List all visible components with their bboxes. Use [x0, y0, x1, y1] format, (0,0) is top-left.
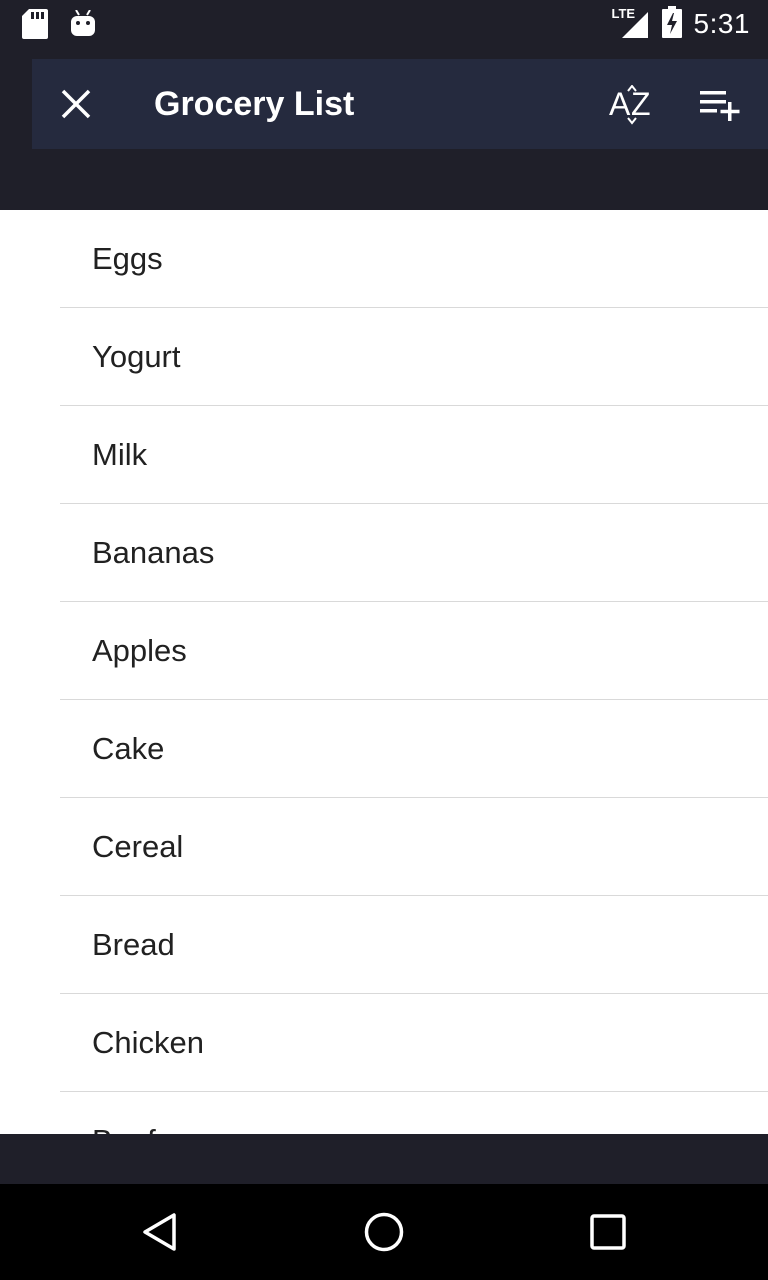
battery-charging-icon	[661, 5, 682, 43]
status-bar: LTE 5:31	[0, 0, 768, 48]
list-item-label: Cereal	[92, 829, 184, 864]
list-item[interactable]: Bread	[60, 896, 768, 994]
list-item-label: Milk	[92, 437, 148, 472]
status-clock: 5:31	[693, 8, 750, 39]
list-item-label: Beef	[92, 1092, 156, 1134]
android-debug-icon	[70, 9, 96, 43]
sort-az-icon: A Z	[609, 85, 651, 125]
svg-text:Z: Z	[631, 86, 651, 122]
list-item[interactable]: Eggs	[60, 210, 768, 308]
list-item-label: Chicken	[92, 1025, 204, 1060]
list-item[interactable]: Milk	[60, 406, 768, 504]
list-item[interactable]: Chicken	[60, 994, 768, 1092]
bottom-spacer	[0, 1134, 768, 1184]
add-item-button[interactable]	[692, 77, 752, 133]
list-item-label: Cake	[92, 731, 165, 766]
svg-text:A: A	[609, 86, 631, 122]
list-item[interactable]: Beef	[60, 1092, 768, 1134]
app-header: Grocery List A Z	[0, 48, 768, 210]
recents-button[interactable]	[576, 1200, 640, 1264]
page-title: Grocery List	[154, 85, 355, 123]
notification-icons	[22, 9, 96, 44]
close-button[interactable]	[52, 80, 100, 128]
list-item-label: Eggs	[92, 241, 163, 276]
list-item[interactable]: Cereal	[60, 798, 768, 896]
lte-signal-icon: LTE	[612, 6, 650, 40]
list-item[interactable]: Yogurt	[60, 308, 768, 406]
back-button[interactable]	[128, 1200, 192, 1264]
system-icons: LTE 5:31	[612, 5, 751, 43]
recents-square-icon	[590, 1214, 626, 1250]
grocery-list: Eggs Yogurt Milk Bananas Apples Cake Cer…	[0, 210, 768, 1134]
list-item[interactable]: Bananas	[60, 504, 768, 602]
sd-card-icon	[22, 9, 48, 44]
home-button[interactable]	[352, 1200, 416, 1264]
list-item-label: Bananas	[92, 535, 215, 570]
playlist-add-icon	[700, 91, 740, 121]
list-item-label: Apples	[92, 633, 187, 668]
home-circle-icon	[364, 1212, 404, 1252]
list-item[interactable]: Apples	[60, 602, 768, 700]
back-triangle-icon	[143, 1213, 176, 1251]
list-item[interactable]: Cake	[60, 700, 768, 798]
toolbar: Grocery List A Z	[32, 59, 768, 149]
close-icon	[61, 89, 91, 119]
sort-az-button[interactable]: A Z	[602, 77, 662, 133]
navigation-bar	[0, 1184, 768, 1280]
list-item-label: Bread	[92, 927, 175, 962]
list-item-label: Yogurt	[92, 339, 181, 374]
